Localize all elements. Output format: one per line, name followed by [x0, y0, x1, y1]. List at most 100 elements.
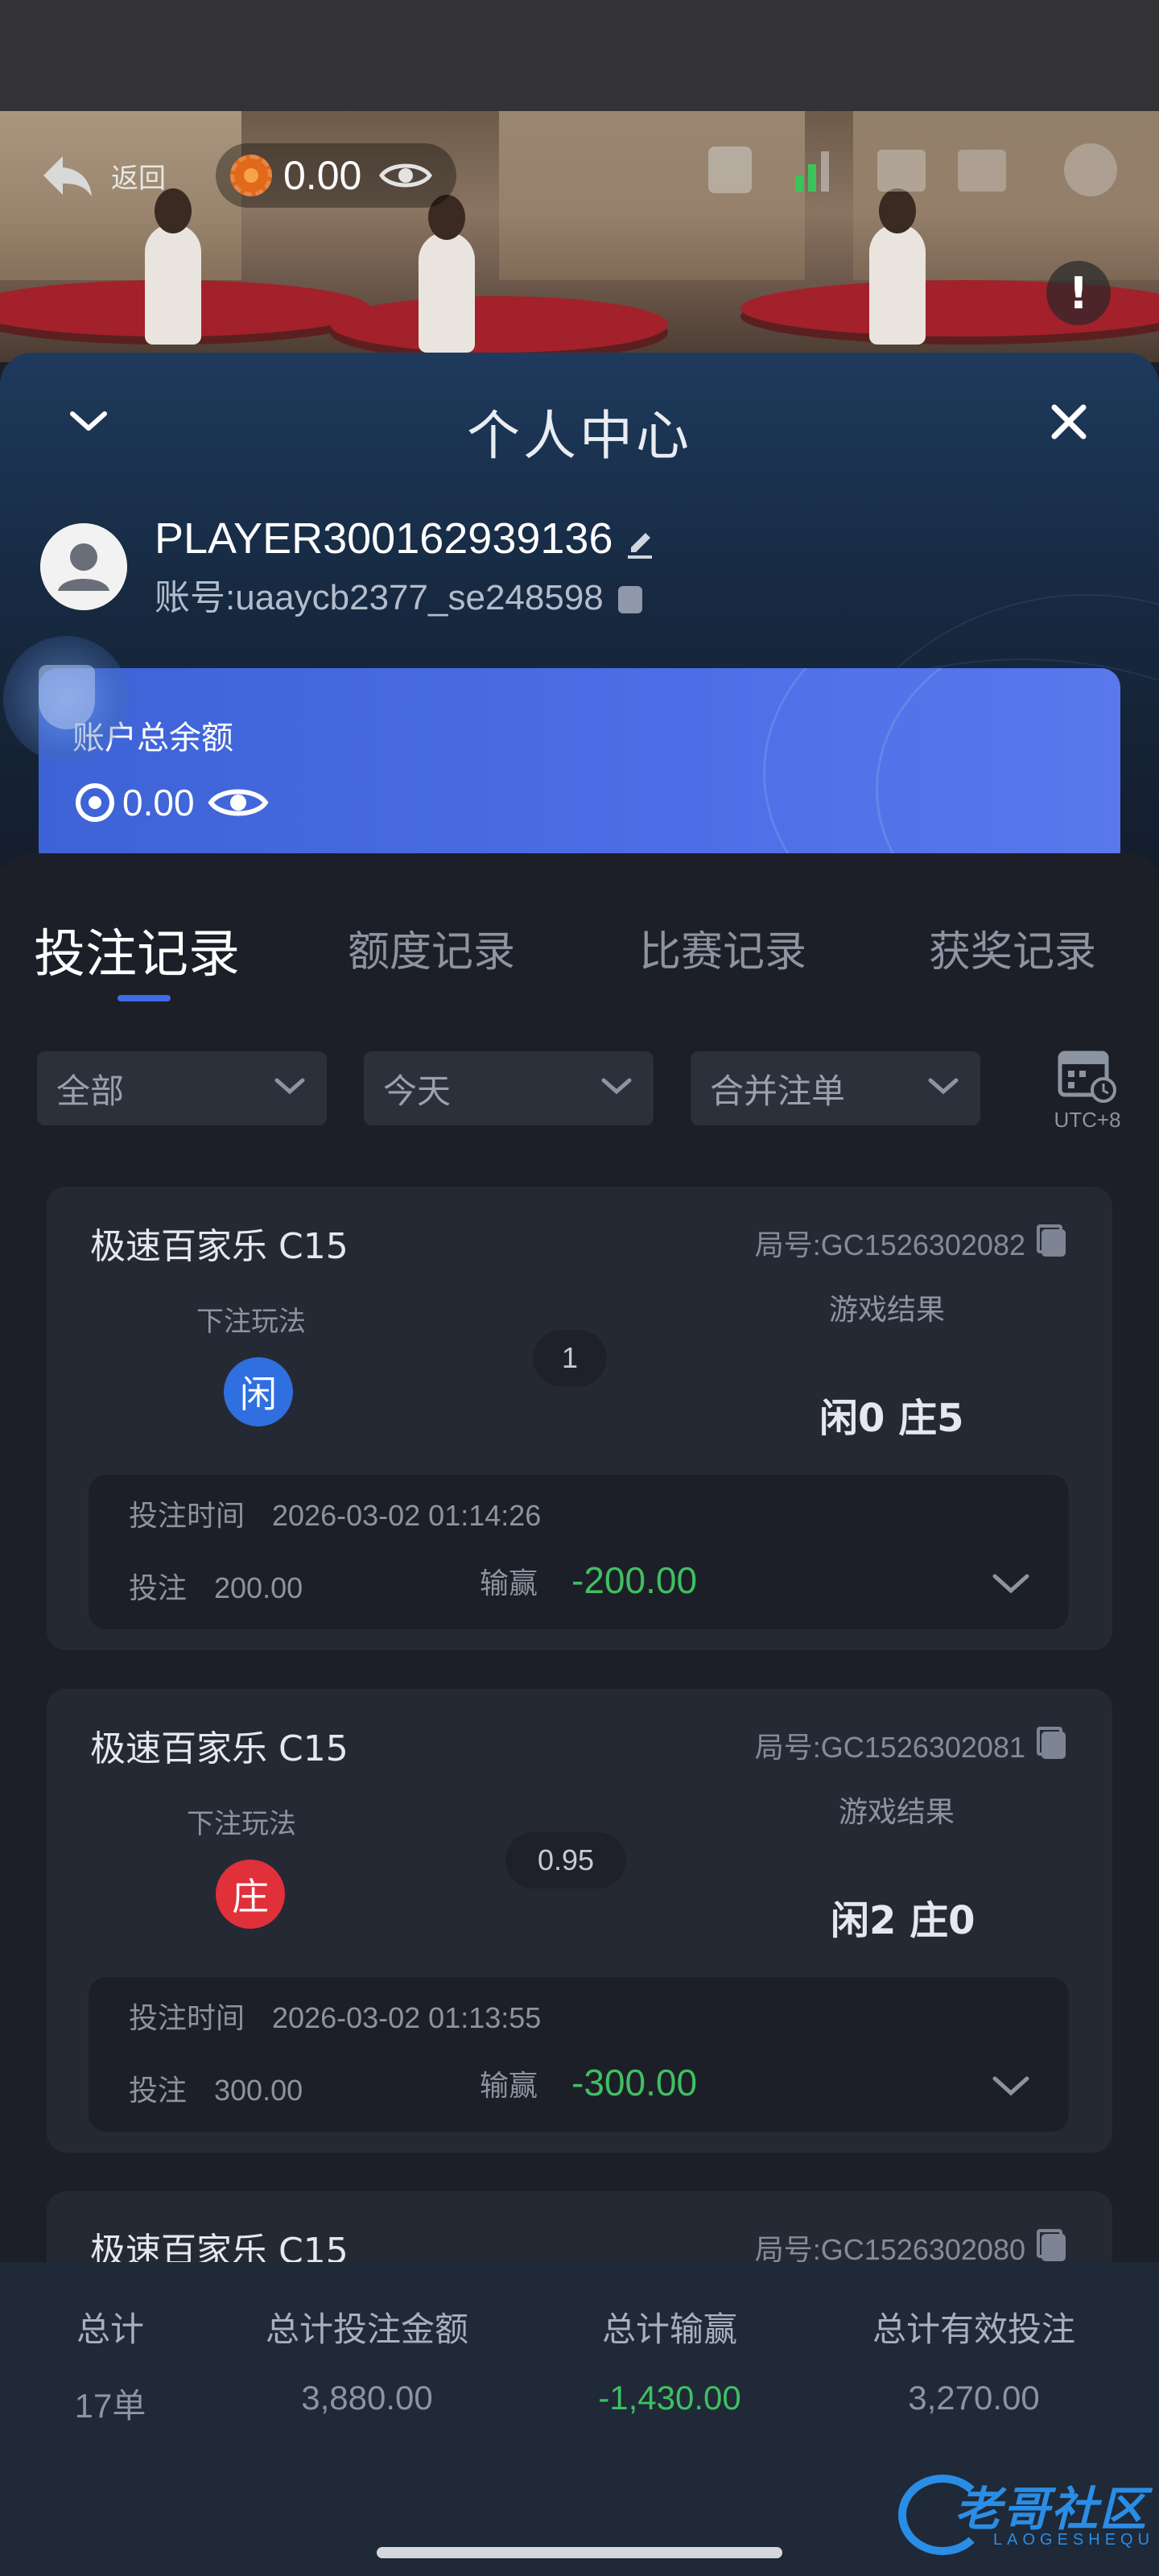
expand-chevron-icon[interactable] [990, 1568, 1032, 1597]
copy-icon[interactable] [1037, 1224, 1066, 1257]
home-indicator[interactable] [377, 2547, 782, 2558]
total-bet-amount-label: 总计投注金额 [265, 2310, 468, 2349]
tab-credit-records[interactable]: 额度记录 [348, 918, 515, 978]
back-arrow-icon [39, 151, 95, 200]
total-balance-card: 账户总余额 0.00 [39, 668, 1120, 868]
menu-icon[interactable] [708, 147, 752, 193]
bet-time-label: 投注时间 [129, 1500, 245, 1533]
total-winloss-value: -1,430.00 [598, 2379, 741, 2417]
winloss-value: -200.00 [571, 1559, 698, 1601]
tab-match-records[interactable]: 比赛记录 [639, 918, 806, 978]
bet-time: 2026-03-02 01:14:26 [272, 1499, 542, 1532]
filter-date-select[interactable]: 今天 [364, 1051, 654, 1125]
bet-option-badge: 闲 [224, 1357, 293, 1426]
dealer-figure [419, 232, 475, 353]
header-balance-value: 0.00 [283, 153, 362, 198]
video-backdrop [499, 111, 805, 280]
bet-time-row: 投注时间 2026-03-02 01:13:55 [129, 1995, 541, 2037]
game-result: 闲2 庄0 [831, 1898, 975, 1943]
stake-row: 投注 200.00 [129, 1565, 303, 1607]
filter-date-value: 今天 [383, 1071, 452, 1111]
bet-time-row: 投注时间 2026-03-02 01:14:26 [129, 1492, 541, 1534]
copy-icon[interactable] [1037, 2229, 1066, 2261]
copy-icon[interactable] [617, 586, 642, 614]
chip-icon [230, 155, 272, 196]
layout-icon[interactable] [958, 150, 1006, 192]
tab-prize-records[interactable]: 获奖记录 [929, 918, 1096, 978]
back-label: 返回 [111, 162, 166, 195]
watermark-text: 老哥社区 [955, 2482, 1149, 2537]
copy-icon[interactable] [1037, 1727, 1066, 1759]
expand-chevron-icon[interactable] [990, 2070, 1032, 2099]
round-id-text: 局号:GC1526302081 [754, 1731, 1025, 1764]
stake-label: 投注 [129, 2074, 188, 2107]
filter-merge-value: 合并注单 [710, 1071, 846, 1111]
live-video-header: 返回 0.00 ! [0, 111, 1159, 362]
total-balance-value: 0.00 [122, 782, 195, 824]
game-name: 极速百家乐 C15 [90, 1728, 349, 1769]
total-winloss: 总计输赢 -1,430.00 [573, 2302, 766, 2417]
bet-option-badge: 庄 [216, 1860, 285, 1929]
winloss-row: 输赢 -300.00 [480, 2061, 697, 2104]
dealer-head [879, 188, 916, 233]
total-count-label: 总计 [76, 2310, 144, 2349]
bet-type-label: 下注玩法 [196, 1306, 306, 1338]
total-valid-bet-value: 3,270.00 [908, 2379, 1040, 2417]
total-count-value: 17单 [74, 2387, 146, 2425]
stake-label: 投注 [129, 1572, 188, 1605]
fullscreen-icon[interactable] [1064, 143, 1117, 196]
avatar[interactable] [40, 523, 127, 610]
total-valid-bet: 总计有效投注 3,270.00 [845, 2302, 1103, 2417]
timezone-button[interactable]: UTC+8 [1043, 1046, 1132, 1133]
tab-bet-records[interactable]: 投注记录 [34, 913, 240, 987]
back-button[interactable]: 返回 [39, 143, 166, 208]
total-balance-value-row: 0.00 [76, 781, 269, 824]
game-name: 极速百家乐 C15 [90, 1226, 349, 1267]
close-icon[interactable] [1046, 399, 1091, 444]
filter-merge-select[interactable]: 合并注单 [691, 1051, 980, 1125]
dealer-figure [145, 224, 201, 345]
account-id-line: 账号:uaaycb2377_se248598 [155, 568, 642, 620]
signal-icon[interactable] [792, 147, 837, 192]
total-count: 总计 17单 [74, 2302, 146, 2428]
bet-time-label: 投注时间 [129, 2002, 245, 2035]
stake-row: 投注 300.00 [129, 2067, 303, 2109]
total-bet-amount-value: 3,880.00 [301, 2379, 433, 2417]
filters-row: 全部 今天 合并注单 UTC+8 [0, 1051, 1159, 1132]
decor-arc [876, 668, 1120, 868]
filter-type-select[interactable]: 全部 [37, 1051, 327, 1125]
winloss-label: 输赢 [480, 1567, 538, 1600]
sound-icon[interactable] [877, 150, 926, 192]
bet-type-label: 下注玩法 [187, 1808, 296, 1840]
bet-time: 2026-03-02 01:13:55 [272, 2001, 542, 2034]
round-id: 局号:GC1526302082 [755, 1222, 1066, 1264]
round-id-text: 局号:GC1526302082 [754, 1228, 1025, 1261]
chevron-down-icon [274, 1078, 305, 1095]
odds-pill: 1 [533, 1330, 607, 1386]
status-bar [0, 0, 1159, 111]
chevron-down-icon [928, 1078, 959, 1095]
bet-detail-box: 投注时间 2026-03-02 01:13:55 投注 300.00 输赢 -300.… [89, 1977, 1069, 2132]
result-label: 游戏结果 [839, 1796, 955, 1829]
stake-value: 200.00 [214, 1571, 303, 1604]
record-tabs: 投注记录 额度记录 比赛记录 获奖记录 [0, 918, 1159, 1006]
winloss-label: 输赢 [480, 2070, 538, 2103]
eye-icon[interactable] [379, 159, 433, 192]
eye-icon[interactable] [207, 784, 269, 821]
filter-type-value: 全部 [56, 1071, 125, 1111]
winloss-row: 输赢 -200.00 [480, 1558, 697, 1602]
baccarat-table [330, 296, 668, 353]
tab-active-indicator [118, 995, 171, 1001]
account-id: uaaycb2377_se248598 [235, 578, 604, 617]
account-label: 账号: [155, 578, 236, 617]
alert-icon[interactable]: ! [1046, 261, 1111, 325]
shield-icon [39, 665, 95, 729]
edit-pencil-icon[interactable] [625, 528, 657, 560]
stake-value: 300.00 [214, 2074, 303, 2107]
winloss-value: -300.00 [571, 2062, 698, 2103]
calendar-clock-icon [1058, 1051, 1116, 1103]
total-bet-amount: 总计投注金额 3,880.00 [241, 2302, 493, 2417]
timezone-label: UTC+8 [1054, 1108, 1121, 1132]
vip-badge-icon[interactable] [3, 636, 129, 762]
watermark-logo: 老哥社区 LAOGESHEQU [898, 2467, 1156, 2560]
